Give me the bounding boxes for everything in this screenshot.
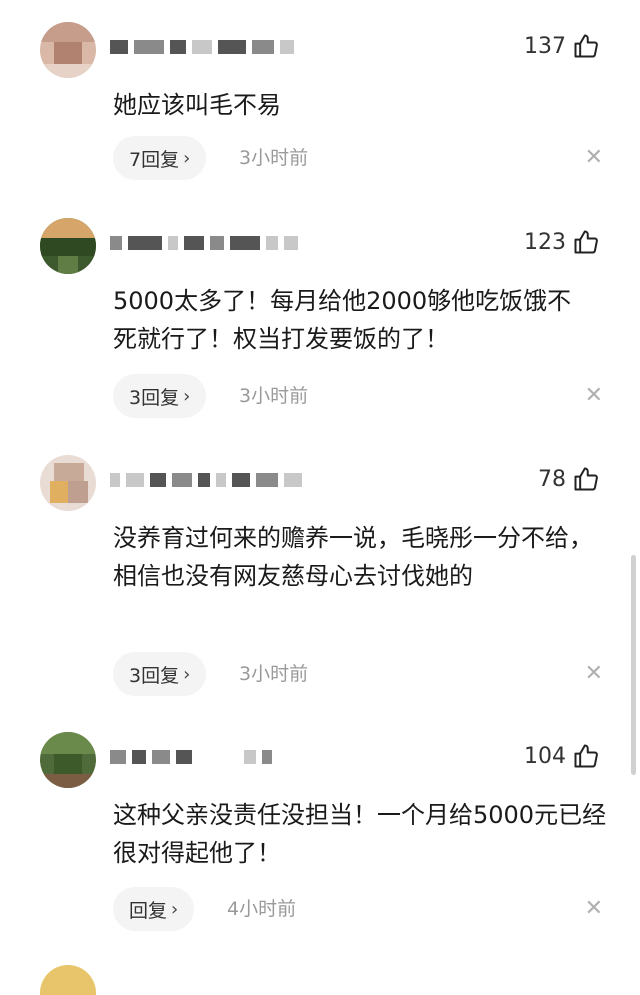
avatar[interactable]	[40, 218, 96, 274]
comment-meta: 3回复 › 3小时前 ✕	[113, 652, 603, 696]
chevron-right-icon: ›	[183, 147, 191, 169]
comment-text: 她应该叫毛不易	[113, 91, 281, 119]
close-icon[interactable]: ✕	[585, 652, 603, 696]
replies-button[interactable]: 回复 ›	[113, 887, 195, 931]
like-button[interactable]: 104	[524, 740, 600, 772]
replies-label: 回复	[129, 899, 168, 922]
username[interactable]	[110, 36, 330, 58]
thumbs-up-icon	[572, 742, 600, 770]
thumbs-up-icon	[572, 228, 600, 256]
avatar[interactable]	[40, 965, 96, 995]
replies-button[interactable]: 3回复 ›	[113, 652, 207, 696]
like-button[interactable]: 137	[524, 30, 600, 62]
replies-label: 7回复	[129, 148, 180, 171]
scrollbar[interactable]	[631, 555, 636, 775]
like-count: 104	[524, 743, 566, 769]
like-button[interactable]: 78	[538, 463, 600, 495]
like-count: 78	[538, 466, 566, 492]
thumbs-up-icon	[572, 32, 600, 60]
close-icon[interactable]: ✕	[585, 136, 603, 180]
replies-button[interactable]: 3回复 ›	[113, 374, 207, 418]
timestamp: 3小时前	[239, 147, 309, 169]
replies-label: 3回复	[129, 386, 180, 409]
username[interactable]	[110, 232, 330, 254]
chevron-right-icon: ›	[183, 663, 191, 685]
comment-text: 这种父亲没责任没担当！一个月给5000元已经很对得起他了！	[113, 801, 607, 867]
like-count: 137	[524, 33, 566, 59]
username[interactable]	[110, 746, 330, 768]
replies-button[interactable]: 7回复 ›	[113, 136, 207, 180]
close-icon[interactable]: ✕	[585, 374, 603, 418]
avatar[interactable]	[40, 732, 96, 788]
comment-text: 没养育过何来的赡养一说，毛晓彤一分不给，相信也没有网友慈母心去讨伐她的	[113, 524, 593, 590]
avatar[interactable]	[40, 22, 96, 78]
username[interactable]	[110, 469, 330, 491]
comment-meta: 3回复 › 3小时前 ✕	[113, 374, 603, 418]
avatar[interactable]	[40, 455, 96, 511]
chevron-right-icon: ›	[183, 385, 191, 407]
chevron-right-icon: ›	[171, 898, 179, 920]
timestamp: 3小时前	[239, 385, 309, 407]
comment-text: 5000太多了！每月给他2000够他吃饭饿不死就行了！权当打发要饭的了！	[113, 287, 572, 353]
thumbs-up-icon	[572, 465, 600, 493]
timestamp: 3小时前	[239, 663, 309, 685]
like-count: 123	[524, 229, 566, 255]
comment-meta: 7回复 › 3小时前 ✕	[113, 136, 603, 180]
replies-label: 3回复	[129, 664, 180, 687]
like-button[interactable]: 123	[524, 226, 600, 258]
comment-meta: 回复 › 4小时前 ✕	[113, 887, 603, 931]
timestamp: 4小时前	[227, 898, 297, 920]
close-icon[interactable]: ✕	[585, 887, 603, 931]
